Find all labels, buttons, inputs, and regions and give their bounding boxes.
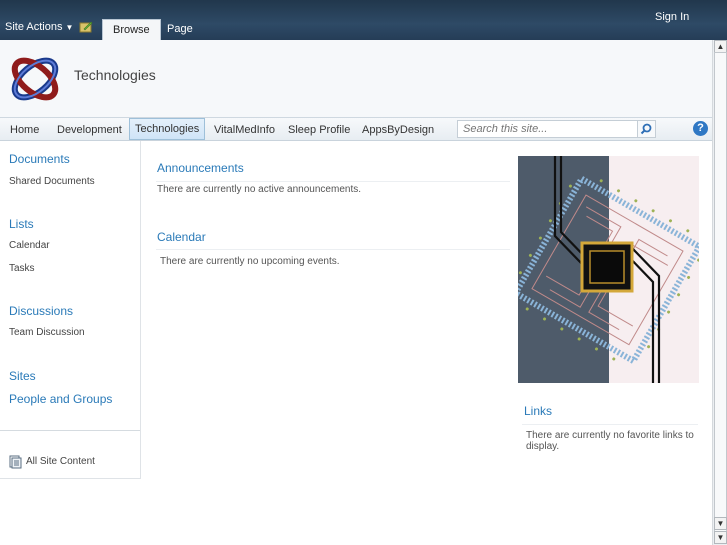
calendar-empty-text: There are currently no upcoming events. xyxy=(160,256,340,267)
all-site-content-link[interactable]: All Site Content xyxy=(26,456,95,467)
sign-in-link[interactable]: Sign In xyxy=(655,11,689,23)
search-input[interactable] xyxy=(457,120,638,138)
circuit-board-image xyxy=(518,156,699,383)
calendar-divider xyxy=(156,249,510,250)
edit-page-icon[interactable] xyxy=(79,20,93,33)
ribbon-bar: Site Actions ▼ Browse Page Sign In xyxy=(0,0,727,41)
site-logo[interactable] xyxy=(8,51,63,106)
help-icon[interactable]: ? xyxy=(693,121,708,136)
quicklaunch-shared-documents[interactable]: Shared Documents xyxy=(9,176,95,187)
nav-item-technologies[interactable]: Technologies xyxy=(129,118,206,140)
quicklaunch-documents[interactable]: Documents xyxy=(9,152,70,166)
search-button[interactable] xyxy=(638,120,656,138)
scroll-down-arrow-icon[interactable]: ▼ xyxy=(714,517,727,530)
quicklaunch-tasks[interactable]: Tasks xyxy=(9,263,35,274)
quicklaunch-discussions[interactable]: Discussions xyxy=(9,304,73,318)
quick-launch: Documents Shared Documents Lists Calenda… xyxy=(0,141,141,479)
links-divider xyxy=(522,424,698,425)
nav-item-development[interactable]: Development xyxy=(57,122,122,142)
quicklaunch-people-and-groups[interactable]: People and Groups xyxy=(9,392,112,406)
links-empty-text: There are currently no favorite links to… xyxy=(526,430,694,452)
calendar-title[interactable]: Calendar xyxy=(157,230,206,244)
announcements-empty-text: There are currently no active announceme… xyxy=(157,184,361,195)
quicklaunch-team-discussion[interactable]: Team Discussion xyxy=(9,327,85,338)
tab-browse[interactable]: Browse xyxy=(102,19,161,41)
search-icon xyxy=(640,123,652,135)
vertical-scrollbar[interactable]: ▲ ▼ ▼ xyxy=(712,40,727,545)
site-title[interactable]: Technologies xyxy=(74,67,156,83)
quicklaunch-calendar[interactable]: Calendar xyxy=(9,240,50,251)
nav-item-home[interactable]: Home xyxy=(10,122,39,142)
all-site-content-icon xyxy=(9,455,22,469)
announcements-divider xyxy=(156,181,510,182)
tab-page[interactable]: Page xyxy=(157,19,203,40)
nav-item-vitalmedinfo[interactable]: VitalMedInfo xyxy=(214,122,275,142)
site-actions-menu[interactable]: Site Actions ▼ xyxy=(5,21,73,33)
links-title[interactable]: Links xyxy=(524,404,552,418)
scrollbar-thumb[interactable] xyxy=(714,52,727,532)
site-actions-label: Site Actions xyxy=(5,21,63,33)
quicklaunch-divider xyxy=(0,430,140,431)
quicklaunch-sites[interactable]: Sites xyxy=(9,369,36,383)
nav-item-appsbydesign[interactable]: AppsByDesign xyxy=(362,122,434,142)
nav-item-sleep-profile[interactable]: Sleep Profile xyxy=(288,122,350,142)
announcements-title[interactable]: Announcements xyxy=(157,161,244,175)
quicklaunch-lists[interactable]: Lists xyxy=(9,217,34,231)
scroll-down-arrow-icon-2[interactable]: ▼ xyxy=(714,531,727,544)
chevron-down-icon: ▼ xyxy=(65,23,74,32)
